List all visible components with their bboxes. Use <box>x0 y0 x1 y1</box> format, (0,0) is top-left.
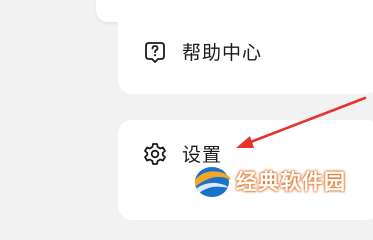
watermark-logo-icon <box>190 161 234 201</box>
watermark-text: 经典软件园 <box>236 170 346 194</box>
menu-card-help: 帮助中心 <box>118 0 373 94</box>
help-question-icon <box>142 39 168 65</box>
help-center-item[interactable]: 帮助中心 <box>142 38 262 65</box>
watermark: 经典软件园 <box>190 161 346 201</box>
help-center-label: 帮助中心 <box>182 42 263 64</box>
gear-icon <box>142 141 168 167</box>
